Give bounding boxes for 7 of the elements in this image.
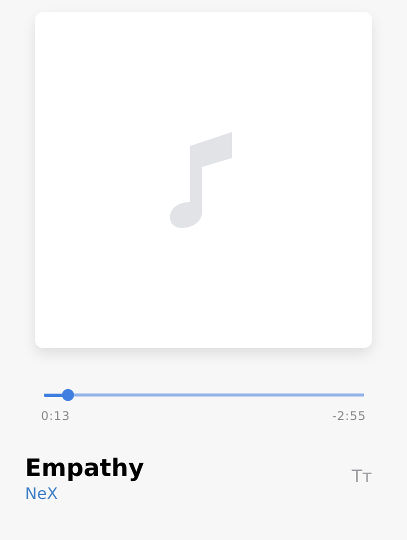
- song-title: Empathy: [25, 453, 144, 483]
- artist-link[interactable]: NeX: [25, 484, 144, 503]
- music-note-icon: [170, 132, 232, 228]
- progress-thumb[interactable]: [62, 389, 74, 401]
- elapsed-time: 0:13: [41, 409, 70, 423]
- text-size-button[interactable]: Tт: [352, 467, 372, 487]
- remaining-time: -2:55: [332, 409, 366, 423]
